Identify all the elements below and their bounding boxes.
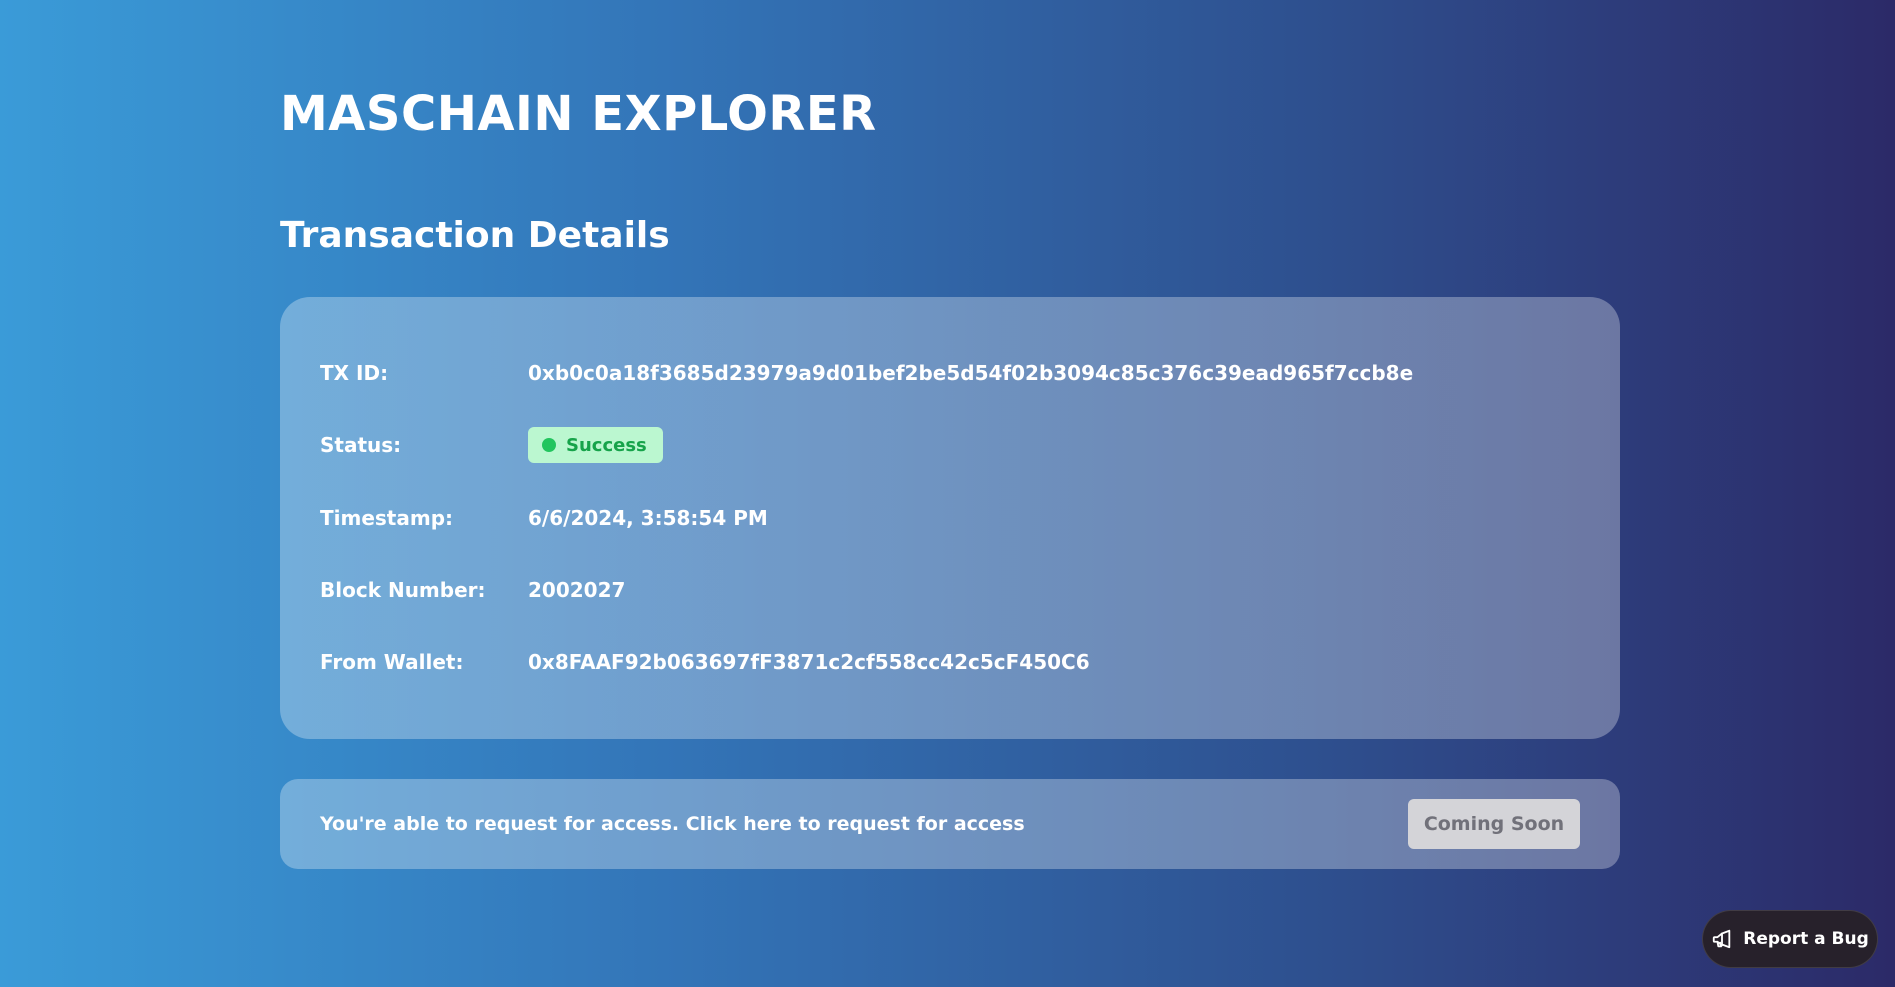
coming-soon-button[interactable]: Coming Soon [1408, 799, 1580, 849]
page-title: Transaction Details [280, 215, 670, 256]
detail-row-status: Status: Success [320, 425, 1580, 465]
status-dot-icon [542, 438, 556, 452]
block-number-value: 2002027 [528, 578, 626, 602]
block-number-label: Block Number: [320, 578, 486, 602]
detail-row-tx-id: TX ID: 0xb0c0a18f3685d23979a9d01bef2be5d… [320, 353, 1580, 393]
detail-row-block-number: Block Number: 2002027 [320, 570, 1580, 610]
status-badge: Success [528, 427, 663, 463]
timestamp-value: 6/6/2024, 3:58:54 PM [528, 506, 768, 530]
status-label: Status: [320, 433, 402, 457]
report-bug-button[interactable]: Report a Bug [1702, 910, 1878, 968]
access-request-link[interactable]: You're able to request for access. Click… [320, 813, 1025, 835]
transaction-details-card: TX ID: 0xb0c0a18f3685d23979a9d01bef2be5d… [280, 297, 1620, 739]
from-wallet-label: From Wallet: [320, 650, 464, 674]
detail-row-from-wallet: From Wallet: 0x8FAAF92b063697fF3871c2cf5… [320, 642, 1580, 682]
status-value: Success [566, 434, 647, 456]
brand-title[interactable]: MASCHAIN EXPLORER [280, 84, 877, 144]
megaphone-icon [1711, 928, 1733, 950]
tx-id-label: TX ID: [320, 361, 389, 385]
access-request-banner: You're able to request for access. Click… [280, 779, 1620, 869]
report-bug-label: Report a Bug [1743, 929, 1869, 949]
tx-id-value: 0xb0c0a18f3685d23979a9d01bef2be5d54f02b3… [528, 361, 1414, 385]
timestamp-label: Timestamp: [320, 506, 454, 530]
detail-row-timestamp: Timestamp: 6/6/2024, 3:58:54 PM [320, 498, 1580, 538]
from-wallet-value: 0x8FAAF92b063697fF3871c2cf558cc42c5cF450… [528, 650, 1090, 674]
